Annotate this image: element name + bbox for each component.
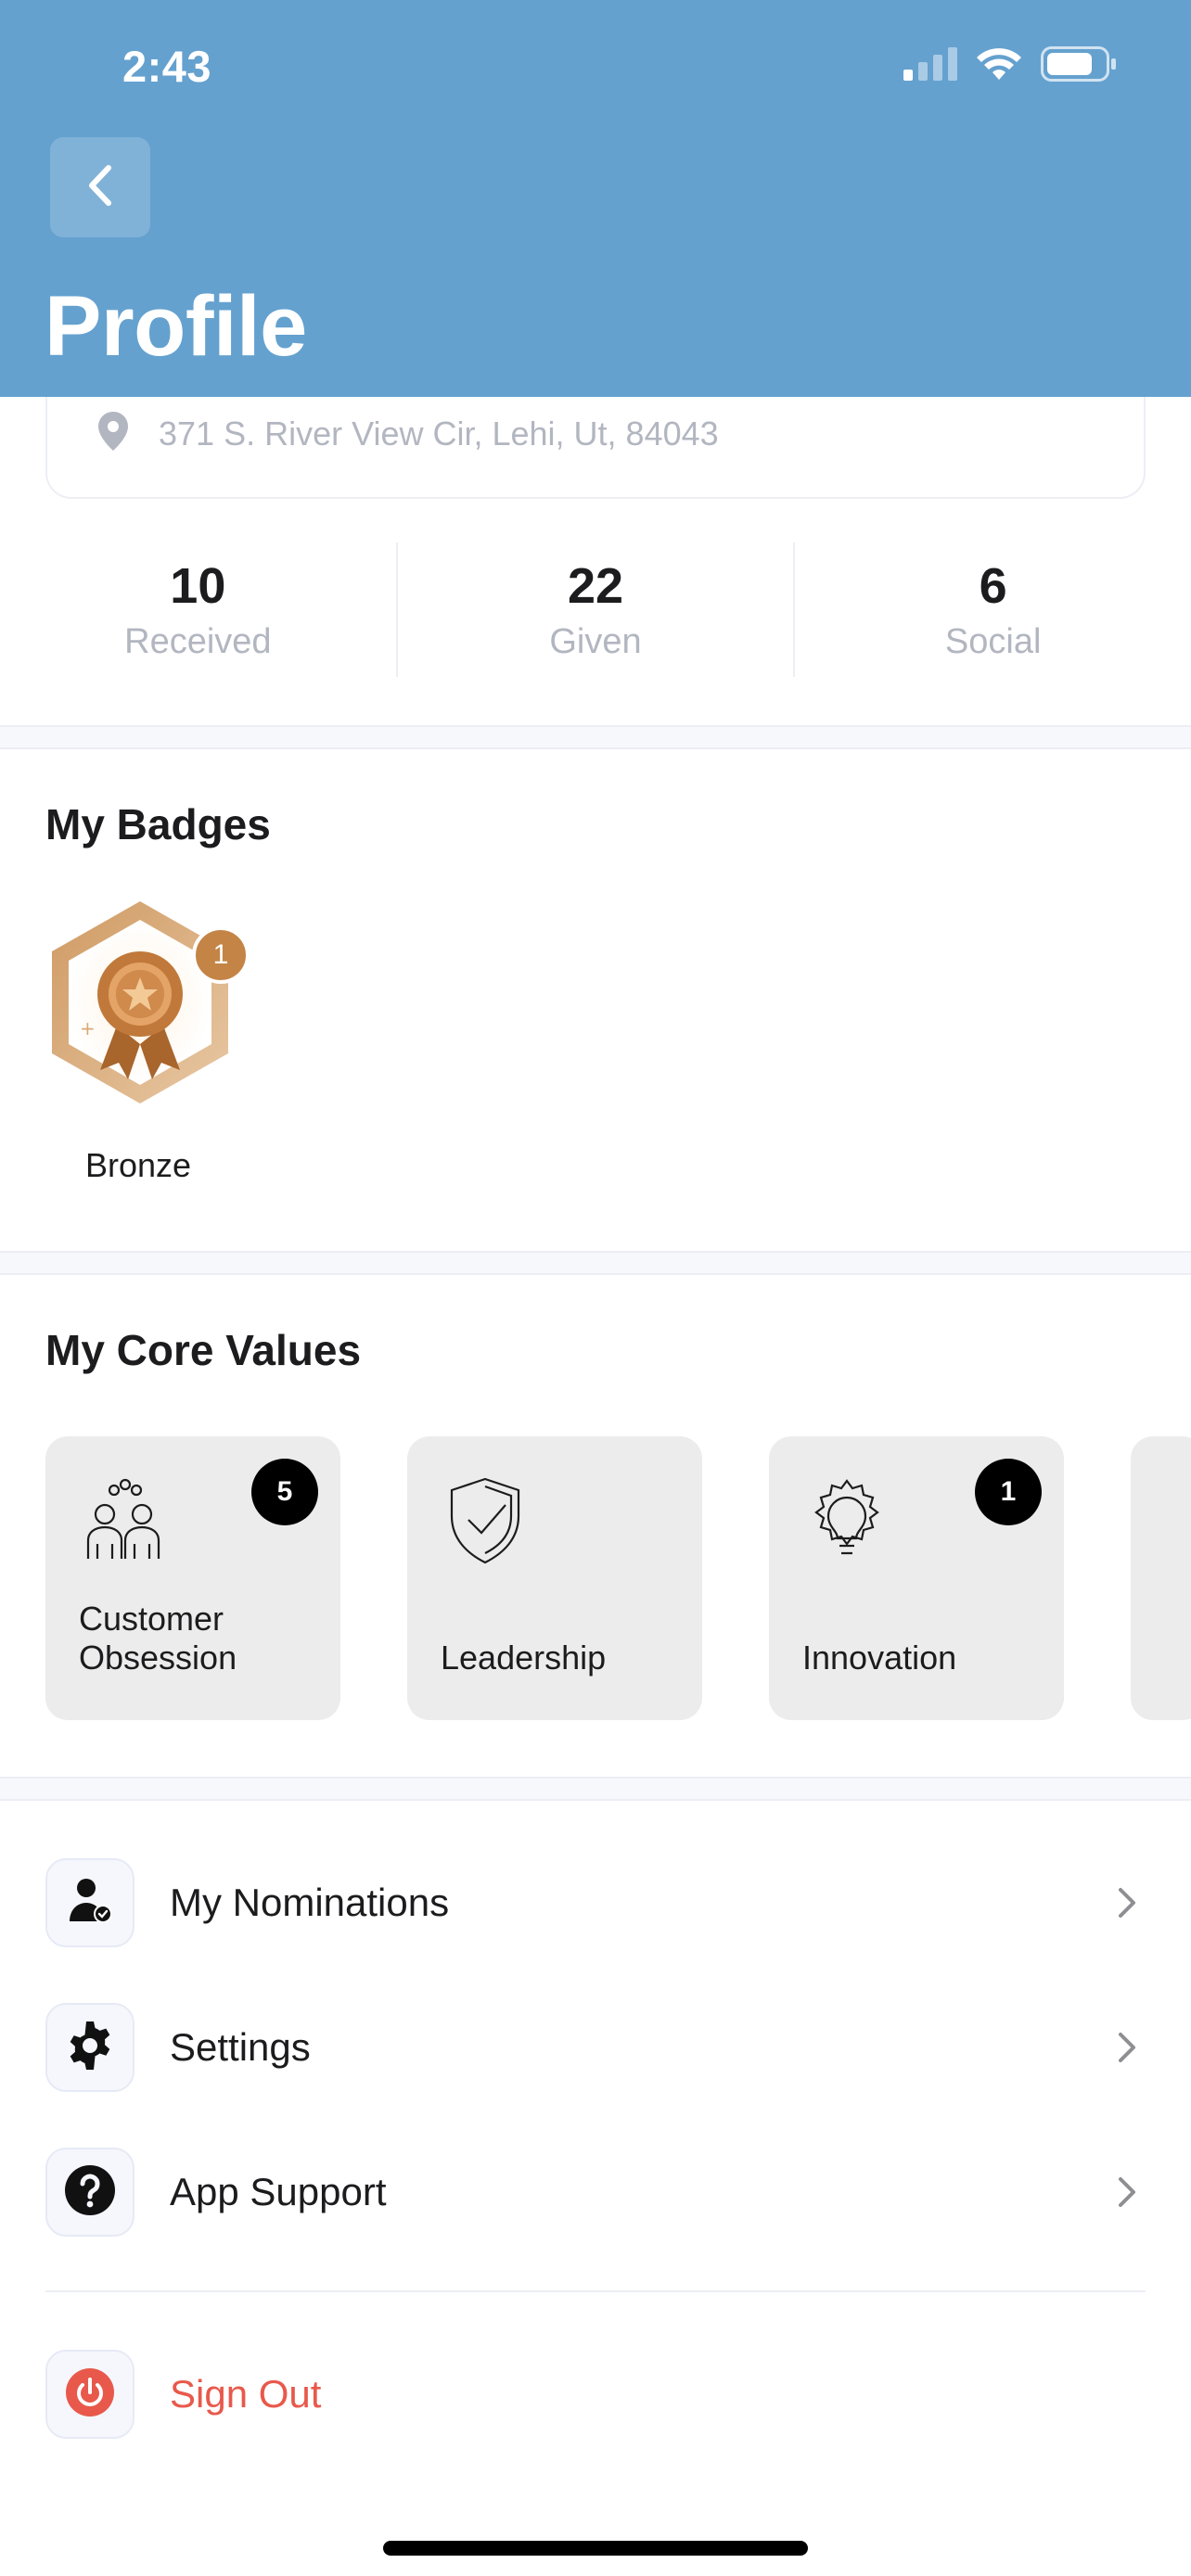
core-value-label: Leadership bbox=[441, 1639, 606, 1677]
address-row: 371 S. River View Cir, Lehi, Ut, 84043 bbox=[96, 410, 719, 457]
sign-out-label: Sign Out bbox=[170, 2372, 322, 2416]
core-value-card-next[interactable] bbox=[1131, 1436, 1191, 1720]
svg-text:+: + bbox=[80, 1017, 96, 1039]
core-value-label-line1: Innovation bbox=[802, 1639, 957, 1677]
stat-value: 6 bbox=[979, 558, 1007, 614]
home-indicator bbox=[383, 2541, 808, 2556]
badge-count: 1 bbox=[192, 926, 250, 984]
core-value-label-line2: Obsession bbox=[79, 1639, 237, 1677]
core-value-label: Innovation bbox=[802, 1639, 956, 1677]
core-value-count: 1 bbox=[975, 1459, 1042, 1525]
battery-icon bbox=[1041, 46, 1117, 86]
page-title: Profile bbox=[45, 279, 307, 374]
cellular-signal-icon bbox=[903, 47, 957, 85]
wifi-icon bbox=[976, 46, 1022, 86]
menu-label: App Support bbox=[170, 2170, 387, 2213]
menu-item-my-nominations[interactable]: My Nominations bbox=[45, 1858, 1146, 1947]
location-pin-icon bbox=[96, 410, 131, 457]
core-value-card-leadership[interactable]: Leadership bbox=[407, 1436, 702, 1720]
core-values-title: My Core Values bbox=[45, 1326, 362, 1374]
menu-item-app-support[interactable]: App Support bbox=[45, 2148, 1146, 2237]
section-divider bbox=[0, 725, 1191, 749]
header: 2:43 Profile bbox=[0, 0, 1191, 397]
address-text: 371 S. River View Cir, Lehi, Ut, 84043 bbox=[159, 414, 719, 453]
chevron-right-icon bbox=[1108, 2174, 1146, 2211]
stat-value: 22 bbox=[567, 558, 624, 614]
core-value-card-innovation[interactable]: 1 Innovation bbox=[769, 1436, 1064, 1720]
stat-label: Received bbox=[124, 622, 272, 661]
bronze-medal-icon: + bbox=[43, 901, 237, 1113]
menu-icon-box bbox=[45, 1858, 134, 1947]
help-icon bbox=[63, 2163, 117, 2222]
core-value-label: Customer Obsession bbox=[79, 1600, 237, 1677]
stat-social[interactable]: 6 Social bbox=[793, 542, 1191, 677]
badge-name: Bronze bbox=[84, 1146, 192, 1184]
section-divider bbox=[0, 1777, 1191, 1801]
menu-label: Settings bbox=[170, 2025, 311, 2069]
lightbulb-gear-icon bbox=[800, 1473, 893, 1566]
stat-label: Social bbox=[944, 622, 1042, 661]
menu-icon-box bbox=[45, 2350, 134, 2439]
status-icons bbox=[903, 46, 1117, 86]
menu-item-settings[interactable]: Settings bbox=[45, 2003, 1146, 2092]
menu-icon-box bbox=[45, 2148, 134, 2237]
stats-row: 10 Received 22 Given 6 Social bbox=[0, 542, 1191, 677]
team-icon bbox=[77, 1473, 170, 1566]
shield-check-icon bbox=[439, 1473, 531, 1566]
stat-given[interactable]: 22 Given bbox=[395, 542, 794, 677]
section-divider bbox=[0, 1251, 1191, 1275]
power-icon bbox=[64, 2366, 116, 2423]
stat-value: 10 bbox=[170, 558, 226, 614]
chevron-right-icon bbox=[1108, 1884, 1146, 1921]
core-value-card-customer-obsession[interactable]: 5 Customer Obsession bbox=[45, 1436, 340, 1720]
bronze-badge[interactable]: + bbox=[43, 896, 237, 1109]
menu-icon-box bbox=[45, 2003, 134, 2092]
core-value-label-line1: Customer bbox=[79, 1600, 224, 1638]
menu-label: My Nominations bbox=[170, 1881, 450, 1924]
back-button[interactable] bbox=[50, 137, 150, 237]
badges-title: My Badges bbox=[45, 800, 271, 848]
gear-icon bbox=[64, 2020, 116, 2076]
sign-out-button[interactable]: Sign Out bbox=[45, 2350, 1146, 2439]
menu-separator bbox=[45, 2290, 1146, 2292]
user-check-icon bbox=[64, 1875, 116, 1932]
stat-received[interactable]: 10 Received bbox=[0, 542, 396, 677]
chevron-right-icon bbox=[1108, 2029, 1146, 2066]
core-value-label-line1: Leadership bbox=[441, 1639, 607, 1677]
core-value-count: 5 bbox=[251, 1459, 318, 1525]
chevron-left-icon bbox=[84, 162, 116, 213]
stat-label: Given bbox=[549, 622, 642, 661]
status-time: 2:43 bbox=[122, 42, 212, 91]
